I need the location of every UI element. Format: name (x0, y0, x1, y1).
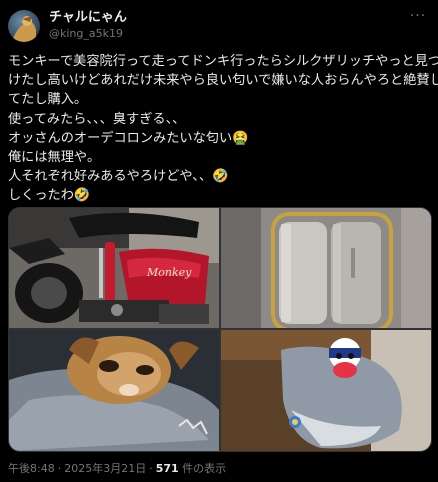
motorcycle-photo-icon: Monkey (9, 208, 219, 328)
more-options-button[interactable]: ··· (406, 8, 430, 28)
tweet-line: けたし高いけどあれだけ未来やら良い匂いで嫌いな人おらんやろと絶賛し (8, 73, 438, 89)
dog-photo-icon (9, 330, 219, 451)
tweet-text: モンキーで美容院行って走ってドンキ行ったらシルクザリッチやっと見つ けたし高いけ… (8, 52, 438, 206)
separator-dot: · (149, 462, 153, 475)
tweet-date[interactable]: 2025年3月21日 (64, 462, 146, 475)
tweet-line: 俺には無理や。 (8, 150, 101, 166)
tweet-line: 使ってみたら、、、臭すぎる、、 (8, 111, 186, 127)
media-photo-dog[interactable] (9, 330, 219, 451)
tweet-time[interactable]: 午後8:48 (8, 462, 55, 475)
bottle-photo-icon (221, 208, 431, 328)
author-names: チャルにゃん @king_a5k19 (49, 10, 127, 42)
tweet-metadata: 午後8:48 · 2025年3月21日 · 571 件の表示 (8, 460, 226, 476)
separator-dot: · (57, 462, 62, 475)
brand-text: Monkey (146, 266, 192, 279)
user-handle[interactable]: @king_a5k19 (49, 26, 127, 42)
shark-plush-photo-icon (221, 330, 431, 451)
tweet-line: オッさんのオーデコロンみたいな匂い🤮 (8, 130, 249, 146)
display-name[interactable]: チャルにゃん (49, 10, 127, 26)
tweet-post: チャルにゃん @king_a5k19 ··· モンキーで美容院行って走ってドンキ… (0, 0, 438, 482)
media-photo-shark-plush[interactable] (221, 330, 431, 451)
avatar[interactable] (8, 10, 40, 42)
tweet-line: モンキーで美容院行って走ってドンキ行ったらシルクザリッチやっと見つ (8, 54, 438, 69)
tweet-header: チャルにゃん @king_a5k19 ··· (8, 6, 430, 46)
views-count: 571 (155, 462, 179, 475)
media-grid: Monkey (8, 207, 432, 452)
views-label: 件の表示 (182, 462, 227, 475)
media-photo-motorcycle[interactable]: Monkey (9, 208, 219, 328)
media-photo-bottles[interactable] (221, 208, 431, 328)
tweet-line: てたし購入。 (8, 92, 88, 108)
tweet-line: しくったわ🤣 (8, 188, 91, 204)
tweet-line: 人それぞれ好みあるやろけどや、、🤣 (8, 169, 229, 185)
